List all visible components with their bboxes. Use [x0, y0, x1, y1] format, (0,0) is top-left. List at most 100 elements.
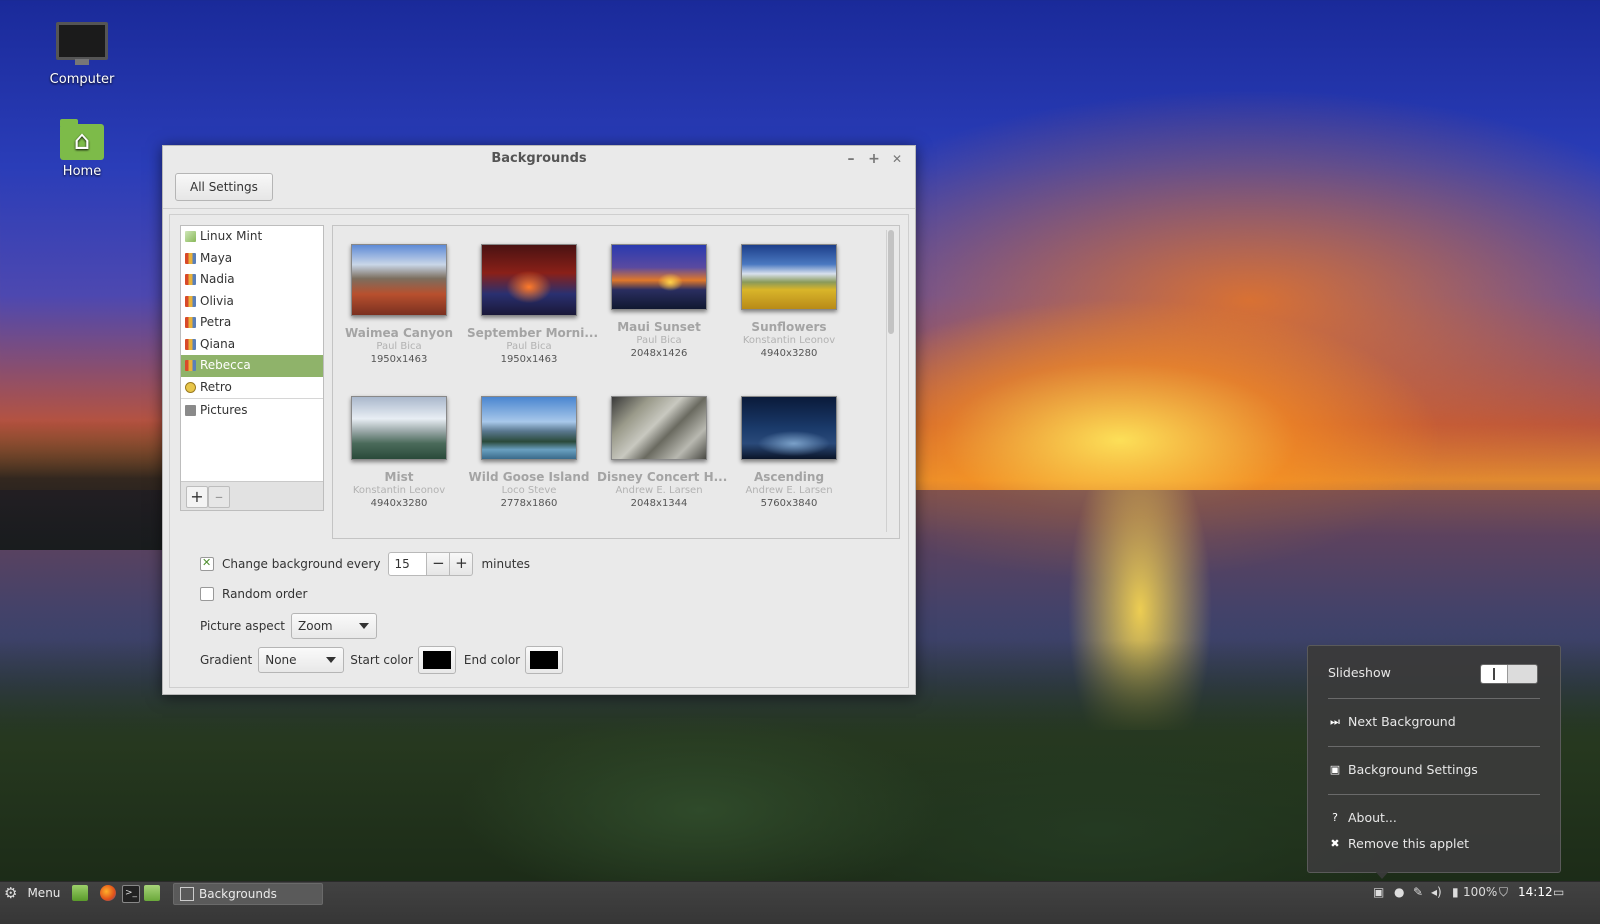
wallpaper-tile[interactable]: Ascending Andrew E. Larsen 5760x3840: [727, 396, 851, 510]
wallpaper-tile[interactable]: Disney Concert H... Andrew E. Larsen 204…: [597, 396, 728, 510]
menu-button[interactable]: ⚙ Menu: [4, 883, 60, 903]
sidebar-item-retro[interactable]: Retro: [181, 377, 323, 399]
wallpaper-author: Paul Bica: [636, 335, 682, 346]
computer-icon: [56, 22, 108, 65]
gear-icon: ⚙: [4, 884, 18, 902]
files-icon[interactable]: [144, 885, 160, 901]
remove-applet-label: Remove this applet: [1348, 836, 1470, 851]
notifications-icon[interactable]: ▭: [1553, 885, 1564, 899]
desktop-icon-label: Computer: [49, 72, 115, 87]
end-color-swatch: [530, 651, 559, 669]
about-item[interactable]: ? About...: [1328, 810, 1397, 825]
wallpaper-tile[interactable]: Waimea Canyon Paul Bica 1950x1463: [337, 244, 461, 366]
random-order-checkbox[interactable]: [200, 587, 214, 601]
gradient-label: Gradient: [200, 653, 253, 667]
show-desktop-icon[interactable]: [72, 885, 88, 901]
wallpaper-author: Paul Bica: [376, 341, 422, 352]
grid-scrollbar[interactable]: [886, 230, 895, 532]
pictures-collection-icon: [185, 338, 196, 350]
sidebar-item-label: Linux Mint: [200, 229, 263, 243]
remove-folder-button[interactable]: –: [208, 486, 230, 508]
background-applet-menu: Slideshow ⏭ Next Background ▣ Background…: [1307, 645, 1561, 873]
update-shield-icon[interactable]: ⛉: [1499, 885, 1508, 900]
backgrounds-window: Backgrounds – + ✕ All Settings Linux Min…: [162, 145, 916, 695]
wallpaper-size: 5760x3840: [760, 498, 818, 509]
sidebar-item-maya[interactable]: Maya: [181, 248, 323, 270]
wallpaper-tile[interactable]: Wild Goose Island Loco Steve 2778x1860: [467, 396, 591, 510]
sidebar-item-linux-mint[interactable]: Linux Mint: [181, 226, 323, 248]
user-icon[interactable]: ●: [1394, 885, 1404, 899]
interval-increment-button[interactable]: +: [450, 552, 474, 576]
interval-decrement-button[interactable]: −: [427, 552, 451, 576]
battery-icon[interactable]: ▮: [1452, 885, 1459, 899]
wallpaper-grid: Waimea Canyon Paul Bica 1950x1463 Septem…: [332, 225, 900, 539]
wallpaper-size: 1950x1463: [500, 354, 558, 365]
wallpaper-tile[interactable]: Mist Konstantin Leonov 4940x3280: [337, 396, 461, 510]
terminal-icon[interactable]: >_: [122, 885, 140, 903]
sidebar-item-rebecca[interactable]: Rebecca: [181, 355, 323, 377]
wallpaper-tile[interactable]: September Morni... Paul Bica 1950x1463: [467, 244, 598, 366]
sidebar-item-label: Retro: [200, 379, 232, 394]
about-label: About...: [1348, 810, 1397, 825]
picture-aspect-select[interactable]: Zoom: [291, 613, 377, 639]
sidebar-item-olivia[interactable]: Olivia: [181, 291, 323, 313]
window-titlebar[interactable]: Backgrounds – + ✕: [163, 146, 915, 172]
sidebar-item-qiana[interactable]: Qiana: [181, 334, 323, 356]
battery-percent: 100%: [1463, 885, 1498, 899]
wallpaper-name: Disney Concert H...: [597, 470, 728, 484]
clock[interactable]: 14:12: [1518, 885, 1553, 899]
scrollbar-thumb[interactable]: [888, 230, 894, 334]
wallpaper-size: 4940x3280: [760, 348, 818, 359]
background-applet-icon[interactable]: ▣: [1373, 885, 1384, 899]
wallpaper-thumbnail: [611, 396, 707, 460]
start-color-button[interactable]: [417, 646, 456, 674]
slideshow-row: Slideshow: [1328, 665, 1391, 680]
close-button[interactable]: ✕: [887, 146, 907, 172]
background-settings-item[interactable]: ▣ Background Settings: [1328, 762, 1478, 777]
maximize-button[interactable]: +: [864, 146, 884, 172]
wallpaper-author: Konstantin Leonov: [352, 485, 446, 496]
menu-caret: [1374, 870, 1390, 879]
start-color-label: Start color: [350, 653, 413, 667]
gradient-row: Gradient None Start color End color: [200, 646, 564, 674]
wallpaper-tile[interactable]: Maui Sunset Paul Bica 2048x1426: [597, 244, 721, 360]
sidebar-actions: + –: [181, 481, 323, 510]
end-color-label: End color: [463, 653, 521, 667]
volume-icon[interactable]: ◂): [1431, 885, 1442, 899]
window-toolbar: All Settings: [163, 172, 915, 209]
wallpaper-name: Waimea Canyon: [345, 326, 453, 340]
sidebar-item-label: Pictures: [200, 403, 248, 417]
sidebar-item-label: Petra: [200, 315, 232, 329]
remove-applet-item[interactable]: ✖ Remove this applet: [1328, 836, 1469, 851]
network-icon[interactable]: ✎: [1413, 885, 1423, 899]
wallpaper-size: 2048x1344: [630, 498, 688, 509]
gradient-select[interactable]: None: [258, 647, 345, 673]
sidebar-item-label: Rebecca: [200, 358, 251, 372]
sidebar-item-nadia[interactable]: Nadia: [181, 269, 323, 291]
sidebar-item-petra[interactable]: Petra: [181, 312, 323, 334]
end-color-button[interactable]: [525, 646, 564, 674]
desktop-icon-home[interactable]: Home: [32, 119, 132, 179]
desktop-icon-computer[interactable]: Computer: [32, 22, 132, 87]
firefox-icon[interactable]: [100, 885, 116, 901]
taskbar-window-backgrounds[interactable]: Backgrounds: [173, 883, 323, 905]
all-settings-button[interactable]: All Settings: [175, 173, 273, 201]
pictures-collection-icon: [185, 252, 196, 264]
wallpaper-tile[interactable]: Sunflowers Konstantin Leonov 4940x3280: [727, 244, 851, 360]
wallpaper-author: Andrew E. Larsen: [745, 485, 833, 496]
minimize-button[interactable]: –: [841, 146, 861, 172]
interval-input[interactable]: 15: [388, 552, 428, 576]
wallpaper-author: Andrew E. Larsen: [615, 485, 703, 496]
next-background-item[interactable]: ⏭ Next Background: [1328, 714, 1456, 729]
add-folder-button[interactable]: +: [186, 486, 208, 508]
sidebar-item-label: Olivia: [200, 293, 234, 308]
wallpaper-thumbnail: [481, 396, 577, 460]
change-background-checkbox[interactable]: [200, 556, 214, 571]
taskbar: ⚙ Menu >_ Backgrounds ▣ ● ✎ ◂) ▮ 100% ⛉ …: [0, 881, 1600, 924]
wallpaper-thumbnail: [741, 396, 837, 460]
slideshow-label: Slideshow: [1328, 665, 1391, 680]
sidebar-item-pictures[interactable]: Pictures: [181, 400, 323, 422]
pictures-collection-icon: [185, 360, 196, 372]
minutes-label: minutes: [481, 557, 531, 571]
slideshow-toggle[interactable]: [1480, 664, 1538, 684]
